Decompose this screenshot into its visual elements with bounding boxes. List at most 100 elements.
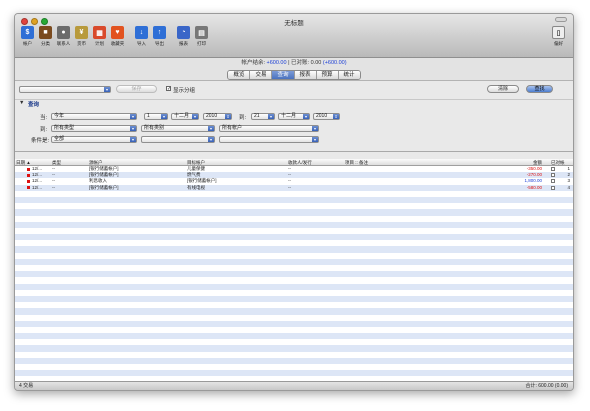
from-month-select[interactable]: 十二月 ▾ [171,113,199,120]
chevron-down-icon: ▾ [130,126,136,131]
show-split-label: 显示分组 [173,88,196,94]
toolbar-pie-chart-button[interactable]: ◔ 报表 [175,26,192,47]
currency-icon: ¥ [75,26,88,39]
pie-chart-icon: ◔ [177,26,190,39]
query-criteria: 当: 今年 ▾ 1 ▾ 十二月 ▾ 2010 ⇕ 到: 21 ▾ 十二月 ▾ 2010 ⇕ 到… [15,107,573,152]
toolbar-printer-button[interactable]: ▤ 打印 [193,26,210,47]
condition-value-select[interactable]: ▾ [219,136,319,143]
toolbar-prefs-button[interactable]: ▯ 偏好 [550,26,567,47]
from-day-value: 1 [147,113,150,119]
printer-icon: ▤ [195,26,208,39]
find-button[interactable]: 查找 [526,85,553,93]
flag-icon [27,179,30,183]
to-label: 到: [239,115,247,121]
toolbar-person-button[interactable]: ● 联系人 [55,26,72,47]
toolbar-currency-button[interactable]: ¥ 货币 [73,26,90,47]
to-day-select[interactable]: 21 ▾ [251,113,275,120]
reconciled-checkbox[interactable] [551,179,555,184]
from-year-field[interactable]: 2010 ⇕ [203,113,232,120]
category-select[interactable]: 所有类别 ▾ [141,125,215,132]
tab-统计[interactable]: 统计 [338,70,360,79]
tab-报表[interactable]: 报表 [294,70,317,79]
condition-select[interactable]: 全部 ▾ [51,136,137,143]
reconciled-amount: 0.00 [310,60,322,66]
reconciled-checkbox[interactable] [551,167,555,171]
clear-button[interactable]: 清除 [487,85,519,93]
view-tabs-row: 概览 交易 查询 报表 预算 统计 [15,69,573,81]
tab-概览[interactable]: 概览 [228,70,251,79]
chevron-down-icon: ▾ [192,114,198,119]
status-bar: 4 交易 合计: 600.00 (0.00) [15,381,573,390]
flag-icon [27,186,30,190]
export-icon: ↑ [153,26,166,39]
type-select[interactable]: 所有类型 ▾ [51,125,137,132]
to-year-field[interactable]: 2010 ⇕ [313,113,340,120]
when-label: 当: [40,115,48,121]
toolbar-button-label: 联系人 [56,41,71,46]
switch-icon: ▯ [552,26,565,39]
condition-field-select[interactable]: ▾ [141,136,215,143]
chevron-down-icon: ▾ [312,137,318,142]
chevron-down-icon: ▾ [208,126,214,131]
category-value: 所有类别 [144,125,165,131]
type-value: 所有类型 [54,125,75,131]
chevron-down-icon: ▾ [130,137,136,142]
table-cell: 12/... [32,184,43,190]
tab-预算[interactable]: 预算 [316,70,339,79]
condition-value: 全部 [54,136,65,142]
toolbar: $ 帐户 ■ 分类 ● 联系人 ¥ 货币 ▦ 计划 ♥ 收藏夹 ↓ 导入 ↑ 导出 ◔ 报表 ▤ 打印 [19,26,211,47]
query-header[interactable]: ▼ 查询 [15,99,573,108]
to-month-select[interactable]: 十二月 ▾ [278,113,310,120]
table-cell: -- [52,166,55,171]
table-cell: -- [52,184,55,190]
table-cell: -- [288,178,291,184]
chevron-down-icon: ▾ [130,114,136,119]
row-number: 2 [567,172,570,178]
toolbar-prefs-label: 偏好 [554,41,563,46]
saved-query-select[interactable]: ▾ [19,86,111,93]
toolbar-export-button[interactable]: ↑ 导出 [151,26,168,47]
transaction-count: 4 交易 [19,383,34,389]
when-value: 今年 [54,113,65,119]
tab-交易[interactable]: 交易 [250,70,273,79]
import-icon: ↓ [135,26,148,39]
calendar-icon: ▦ [93,26,106,39]
balance-amount: +600.00 [266,60,287,66]
table-body: 12/... -- [银行储蓄帐户] 儿童保健 -- -350.00 1 12/... -- [银… [15,166,573,381]
row-number: 4 [567,184,570,190]
reconciled-checkbox[interactable] [551,185,555,190]
transactions-table: 日期 ▲ 类型 源帐户 目标帐户 收款人/发行 项目 :: 备注 金额 已对帐 12/... -… [15,159,573,381]
account-select[interactable]: 所有帐户 ▾ [219,125,319,132]
toolbar-briefcase-button[interactable]: ■ 分类 [37,26,54,47]
tab-查询[interactable]: 查询 [272,70,295,79]
row-number: 1 [567,166,570,171]
when-select[interactable]: 今年 ▾ [51,113,137,120]
transaction-total: 合计: 600.00 (0.00) [525,383,568,389]
chevron-down-icon: ▾ [161,114,167,119]
table-cell: 12/... [32,166,43,171]
amount-cell: 1,800.00 [524,178,542,184]
chevron-down-icon: ▾ [104,87,110,92]
toolbar-button-label: 导入 [137,41,146,46]
toolbar-heart-button[interactable]: ♥ 收藏夹 [109,26,126,47]
show-split-checkbox[interactable]: ✓ [166,86,171,92]
disclosure-triangle-icon[interactable]: ▼ [19,100,24,106]
flag-icon [27,167,30,171]
reconciled-checkbox[interactable] [551,173,555,178]
type-label: 到: [40,127,48,133]
toolbar-import-button[interactable]: ↓ 导入 [133,26,150,47]
toolbar-dollar-button[interactable]: $ 帐户 [19,26,36,47]
table-cell: -- [52,172,55,178]
to-year-value: 2010 [316,113,328,119]
from-day-select[interactable]: 1 ▾ [144,113,168,120]
table-cell: 利息收入 [89,178,107,184]
briefcase-icon: ■ [39,26,52,39]
row-number: 3 [567,178,570,184]
balance-bar: 帐户结余: +600.00 | 已对账: 0.00 (+600.00) [15,58,573,69]
dollar-icon: $ [21,26,34,39]
save-button[interactable]: 保存 [116,85,157,93]
toolbar-toggle-button[interactable] [555,17,567,22]
table-cell: [银行储蓄帐户] [89,184,119,190]
toolbar-calendar-button[interactable]: ▦ 计划 [91,26,108,47]
to-month-value: 十二月 [281,113,297,119]
